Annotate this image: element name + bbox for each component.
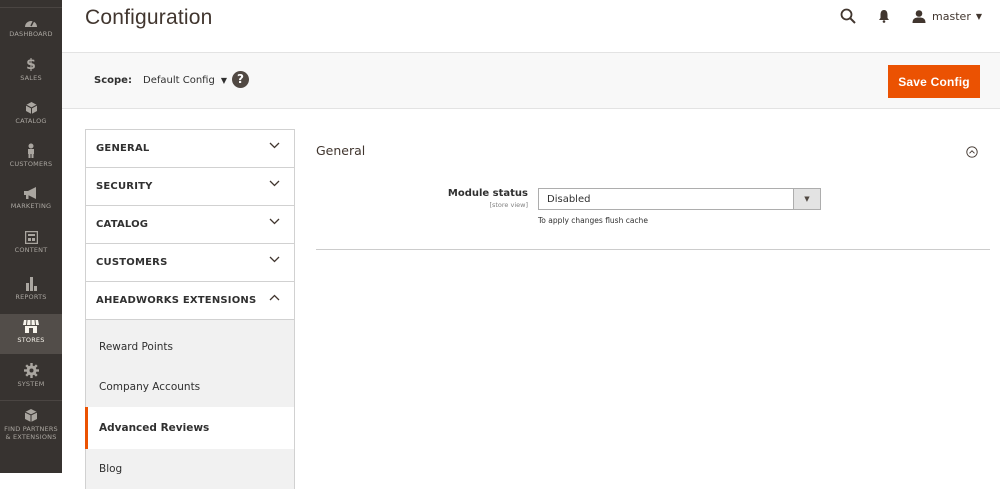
- nav-label: CUSTOMERS: [9, 160, 53, 168]
- help-icon[interactable]: ?: [232, 71, 249, 88]
- save-config-button[interactable]: Save Config: [888, 65, 980, 98]
- tab-catalog[interactable]: CATALOG: [85, 205, 295, 243]
- nav-catalog[interactable]: CATALOG: [0, 101, 62, 133]
- nav-label: SYSTEM: [17, 380, 45, 388]
- config-tabs: GENERAL SECURITY CATALOG CUSTOMERS AHEAD…: [85, 129, 295, 489]
- select-value: Disabled: [547, 194, 591, 205]
- chevron-down-icon: [269, 218, 280, 225]
- module-status-select[interactable]: Disabled ▼: [538, 188, 821, 210]
- collapse-icon[interactable]: [966, 146, 978, 158]
- box-icon: [24, 409, 38, 422]
- nav-customers[interactable]: CUSTOMERS: [0, 143, 62, 175]
- nav-label: FIND PARTNERS: [4, 425, 58, 433]
- subtab-blog[interactable]: Blog: [85, 449, 295, 489]
- nav-label: MARKETING: [10, 202, 52, 210]
- chevron-down-icon: [269, 180, 280, 187]
- subtab-reward-points[interactable]: Reward Points: [85, 320, 295, 367]
- gear-icon: [23, 363, 39, 378]
- tab-general[interactable]: GENERAL: [85, 129, 295, 167]
- page-title: Configuration: [85, 6, 213, 29]
- module-status-label: Module status: [447, 188, 528, 199]
- subtab-label: Blog: [99, 463, 123, 475]
- nav-label: DASHBOARD: [9, 30, 53, 38]
- nav-label-line2: & EXTENSIONS: [5, 433, 57, 441]
- tab-label: GENERAL: [96, 143, 150, 154]
- chevron-down-icon: [269, 256, 280, 263]
- chevron-up-icon: [269, 294, 280, 301]
- search-icon[interactable]: [840, 8, 856, 24]
- tab-label: CATALOG: [96, 219, 149, 230]
- nav-marketing[interactable]: MARKETING: [0, 187, 62, 219]
- nav-label: REPORTS: [15, 293, 47, 301]
- tab-security[interactable]: SECURITY: [85, 167, 295, 205]
- nav-label: SALES: [20, 74, 42, 82]
- user-icon: [912, 9, 926, 23]
- nav-dashboard[interactable]: DASHBOARD: [0, 16, 62, 48]
- megaphone-icon: [24, 187, 36, 199]
- scope-bar: Scope: Default Config ▼ ? Save Config: [62, 52, 1000, 109]
- nav-reports[interactable]: REPORTS: [0, 276, 62, 308]
- nav-label: CATALOG: [15, 117, 47, 125]
- subtab-label: Company Accounts: [99, 381, 201, 393]
- section-title[interactable]: General: [316, 143, 365, 158]
- person-icon: [28, 143, 34, 158]
- subtab-label: Advanced Reviews: [99, 422, 210, 434]
- scope-label: Scope:: [94, 75, 132, 86]
- tab-label: CUSTOMERS: [96, 257, 168, 268]
- subtab-advanced-reviews[interactable]: Advanced Reviews: [85, 407, 295, 449]
- nav-label: STORES: [17, 336, 45, 344]
- user-name: master: [932, 9, 971, 23]
- subtab-company-accounts[interactable]: Company Accounts: [85, 367, 295, 407]
- caret-down-icon: ▼: [220, 76, 227, 85]
- nav-stores[interactable]: STORES: [0, 314, 62, 354]
- tab-aheadworks-extensions[interactable]: AHEADWORKS EXTENSIONS: [85, 281, 295, 320]
- dashboard-icon: [25, 19, 37, 27]
- subtab-label: Reward Points: [99, 341, 173, 353]
- tab-customers[interactable]: CUSTOMERS: [85, 243, 295, 281]
- nav-divider: [0, 400, 62, 401]
- tab-label: SECURITY: [96, 181, 153, 192]
- nav-divider: [0, 7, 62, 8]
- caret-down-icon: ▼: [975, 11, 982, 21]
- scope-switcher[interactable]: Default Config ▼: [143, 75, 227, 86]
- store-icon: [23, 319, 39, 333]
- nav-system[interactable]: SYSTEM: [0, 363, 62, 395]
- layout-icon: [24, 231, 38, 244]
- header-actions: master ▼: [840, 8, 982, 24]
- bell-icon[interactable]: [878, 9, 890, 23]
- dollar-icon: $: [26, 57, 36, 73]
- section-divider: [316, 249, 990, 250]
- tab-label: AHEADWORKS EXTENSIONS: [96, 295, 257, 306]
- nav-sales[interactable]: $ SALES: [0, 58, 62, 90]
- field-scope-label: [store view]: [489, 201, 528, 209]
- caret-down-icon: ▼: [793, 189, 820, 209]
- scope-value: Default Config: [143, 75, 215, 86]
- admin-sidebar: DASHBOARD $ SALES CATALOG CUSTOMERS MARK…: [0, 0, 62, 473]
- nav-find-partners[interactable]: FIND PARTNERS & EXTENSIONS: [0, 408, 62, 448]
- chevron-down-icon: [269, 142, 280, 149]
- bar-chart-icon: [25, 277, 37, 291]
- user-menu[interactable]: master ▼: [912, 10, 982, 23]
- cube-icon: [25, 102, 37, 114]
- nav-label: CONTENT: [14, 246, 48, 254]
- field-note: To apply changes flush cache: [538, 216, 648, 225]
- nav-content[interactable]: CONTENT: [0, 231, 62, 263]
